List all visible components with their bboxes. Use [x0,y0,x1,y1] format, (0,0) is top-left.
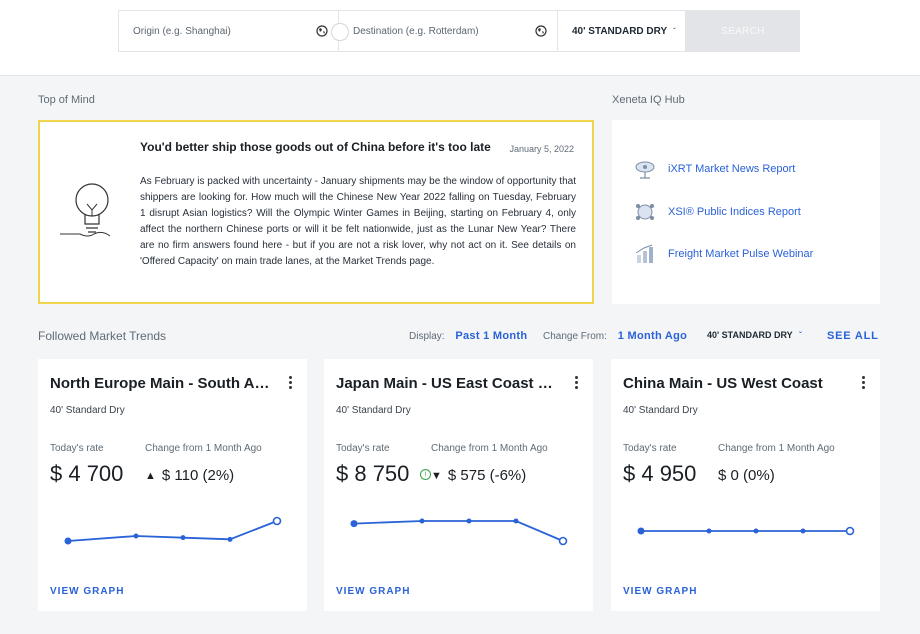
sparkline-point [558,536,568,546]
trend-card-2: Japan Main - US East Coast Main 40' Stan… [324,359,593,611]
trend-card-1: North Europe Main - South America East C… [38,359,307,611]
article-date: January 5, 2022 [509,144,574,154]
sparkline-point [753,528,759,534]
article-title[interactable]: You'd better ship those goods out of Chi… [140,140,491,154]
globe-icon [535,25,547,37]
rate-change: ▲ $ 110 (2%) [145,467,234,484]
sparkline-point [800,528,806,534]
globe-network-icon [636,204,654,220]
rate-change-value: $ 575 (-6%) [447,467,527,484]
change-from-label: Change From: [543,331,607,342]
top-bar: Origin (e.g. Shanghai) Destination (e.g.… [0,0,920,76]
see-all-link[interactable]: SEE ALL [827,330,879,342]
card-title[interactable]: China Main - US West Coast [623,375,851,392]
route-search-form: Origin (e.g. Shanghai) Destination (e.g.… [118,10,800,52]
market-trends-heading: Followed Market Trends [38,329,167,343]
sparkline-point [272,516,282,526]
destination-placeholder: Destination (e.g. Rotterdam) [353,25,479,37]
top-of-mind-heading: Top of Mind [38,94,95,106]
todays-rate-label: Today's rate [623,443,677,454]
sparkline-point [180,535,186,541]
article-body: As February is packed with uncertainty -… [140,176,576,267]
sparkline-point [64,537,72,545]
more-options-icon[interactable] [289,376,293,391]
sparkline-point [637,527,645,535]
sparkline-point [845,526,855,536]
rate-sparkline [350,518,568,546]
trend-card-3: China Main - US West Coast 40' Standard … [611,359,880,611]
todays-rate-value: $ 4 700 [50,461,124,486]
rate-change-value: $ 110 (2%) [161,467,235,484]
lightbulb-icon [60,183,111,237]
sparkline-point [706,528,712,534]
top-of-mind-card[interactable]: You'd better ship those goods out of Chi… [38,120,594,304]
change-label: Change from 1 Month Ago [145,443,262,454]
view-graph-link[interactable]: VIEW GRAPH [623,586,697,597]
display-label: Display: [409,331,445,342]
info-icon[interactable]: i [420,469,431,480]
card-equipment: 40' Standard Dry [336,405,411,416]
card-title[interactable]: North Europe Main - South America East C… [50,375,278,392]
rate-change: $ 0 (0%) [718,467,775,484]
todays-rate-label: Today's rate [50,443,104,454]
change-label: Change from 1 Month Ago [431,443,548,454]
rate-change: ▼ $ 575 (-6%) [431,467,526,484]
iq-hub-heading: Xeneta IQ Hub [612,94,685,106]
destination-input[interactable]: Destination (e.g. Rotterdam) [338,10,558,52]
sparkline-point [227,536,233,542]
iq-hub-card: iXRT Market News Report XSI® Public Indi… [612,120,880,304]
satellite-icon [635,161,655,179]
todays-rate-value: $ 8 750 [336,461,410,486]
sparkline-path [353,520,564,542]
change-label: Change from 1 Month Ago [718,443,835,454]
hub-link-label: Freight Market Pulse Webinar [668,248,814,260]
display-period-dropdown[interactable]: Past 1 Month [455,330,527,342]
hub-link-label: iXRT Market News Report [668,163,796,175]
origin-placeholder: Origin (e.g. Shanghai) [133,25,231,37]
swap-route-button[interactable] [331,23,349,41]
view-graph-link[interactable]: VIEW GRAPH [336,586,410,597]
rate-sparkline [637,526,855,536]
arrow-up-icon: ▲ [145,469,156,482]
sparkline-point [350,520,358,528]
equipment-select[interactable]: 40' STANDARD DRY ˇ [558,10,686,52]
arrow-down-icon: ▼ [431,469,442,482]
rate-sparkline [64,516,282,545]
more-options-icon[interactable] [862,376,866,391]
card-equipment: 40' Standard Dry [623,405,698,416]
hub-link-ixrt[interactable]: iXRT Market News Report [634,158,795,180]
display-filter: Display: Past 1 Month [409,330,527,342]
change-from-filter: Change From: 1 Month Ago [543,330,687,342]
trends-equipment-select[interactable]: 40' STANDARD DRY ˇ [707,330,802,340]
change-from-dropdown[interactable]: 1 Month Ago [618,330,688,342]
rate-change-value: $ 0 (0%) [718,467,775,484]
todays-rate-label: Today's rate [336,443,390,454]
sparkline-point [419,518,425,524]
sparkline-path [67,520,278,542]
todays-rate-value: $ 4 950 [623,461,697,486]
equipment-value: 40' STANDARD DRY [572,25,668,37]
bar-chart-icon [635,244,653,263]
origin-input[interactable]: Origin (e.g. Shanghai) [118,10,349,52]
sparkline-point [133,533,139,539]
hub-link-webinar[interactable]: Freight Market Pulse Webinar [634,243,813,265]
chevron-down-icon: ˇ [673,26,676,36]
hub-link-xsi[interactable]: XSI® Public Indices Report [634,201,801,223]
view-graph-link[interactable]: VIEW GRAPH [50,586,124,597]
sparkline-point [513,518,519,524]
card-equipment: 40' Standard Dry [50,405,125,416]
globe-icon [316,25,328,37]
hub-link-label: XSI® Public Indices Report [668,206,801,218]
card-title[interactable]: Japan Main - US East Coast Main [336,375,564,392]
sparkline-point [466,518,472,524]
more-options-icon[interactable] [575,376,579,391]
trends-equipment-value: 40' STANDARD DRY [707,330,793,340]
search-button[interactable]: SEARCH [686,10,800,52]
chevron-down-icon: ˇ [799,331,802,340]
